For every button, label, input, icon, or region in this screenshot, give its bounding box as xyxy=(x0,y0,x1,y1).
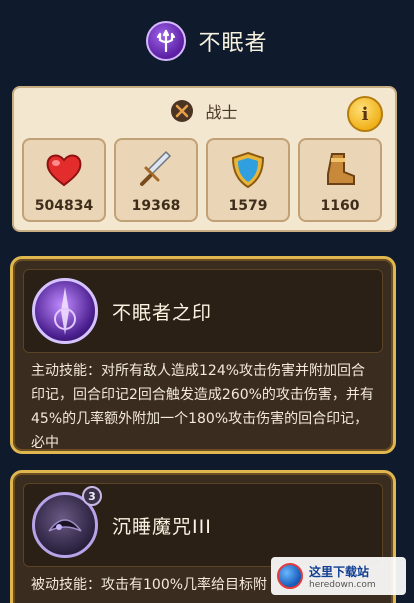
skill-header: 不眠者之印 xyxy=(23,269,383,353)
watermark-cn: 这里下载站 xyxy=(309,564,370,579)
sword-icon xyxy=(140,150,172,186)
hp-value: 504834 xyxy=(34,198,94,214)
speed-value: 1160 xyxy=(320,198,360,214)
skill-level-badge: 3 xyxy=(82,486,102,506)
class-label: 战士 xyxy=(205,103,238,122)
skill-name: 沉睡魔咒III xyxy=(112,516,212,538)
heart-icon xyxy=(46,154,82,187)
skill-name: 不眠者之印 xyxy=(112,302,213,324)
boot-icon xyxy=(327,153,355,185)
stat-attack: 19368 xyxy=(114,138,198,222)
crossed-swords-icon xyxy=(171,100,194,122)
purple-mark-icon xyxy=(32,278,98,344)
stat-speed: 1160 xyxy=(298,138,382,222)
skill-description: 主动技能：对所有敌人造成124%攻击伤害并附加回合印记，回合印记2回合触发造成2… xyxy=(31,363,374,451)
trident-icon xyxy=(146,21,187,61)
stats-panel: 战士 i 504834 19368 1579 1160 xyxy=(12,86,397,232)
class-row: 战士 xyxy=(14,94,395,128)
stat-hp: 504834 xyxy=(22,138,106,222)
defense-value: 1579 xyxy=(228,198,268,214)
hero-header: 不眠者 xyxy=(0,0,414,82)
skill-card[interactable]: 不眠者之印 主动技能：对所有敌人造成124%攻击伤害并附加回合印记，回合印记2回… xyxy=(10,256,396,454)
skill-header: 3 沉睡魔咒III xyxy=(23,483,383,567)
hero-name: 不眠者 xyxy=(198,31,268,56)
watermark-logo-icon xyxy=(277,563,303,589)
attack-value: 19368 xyxy=(131,198,181,214)
stat-defense: 1579 xyxy=(206,138,290,222)
site-watermark: 这里下载站 heredown.com xyxy=(271,557,406,595)
watermark-en: heredown.com xyxy=(309,579,376,590)
shield-icon xyxy=(231,151,265,189)
info-button[interactable]: i xyxy=(347,96,383,132)
